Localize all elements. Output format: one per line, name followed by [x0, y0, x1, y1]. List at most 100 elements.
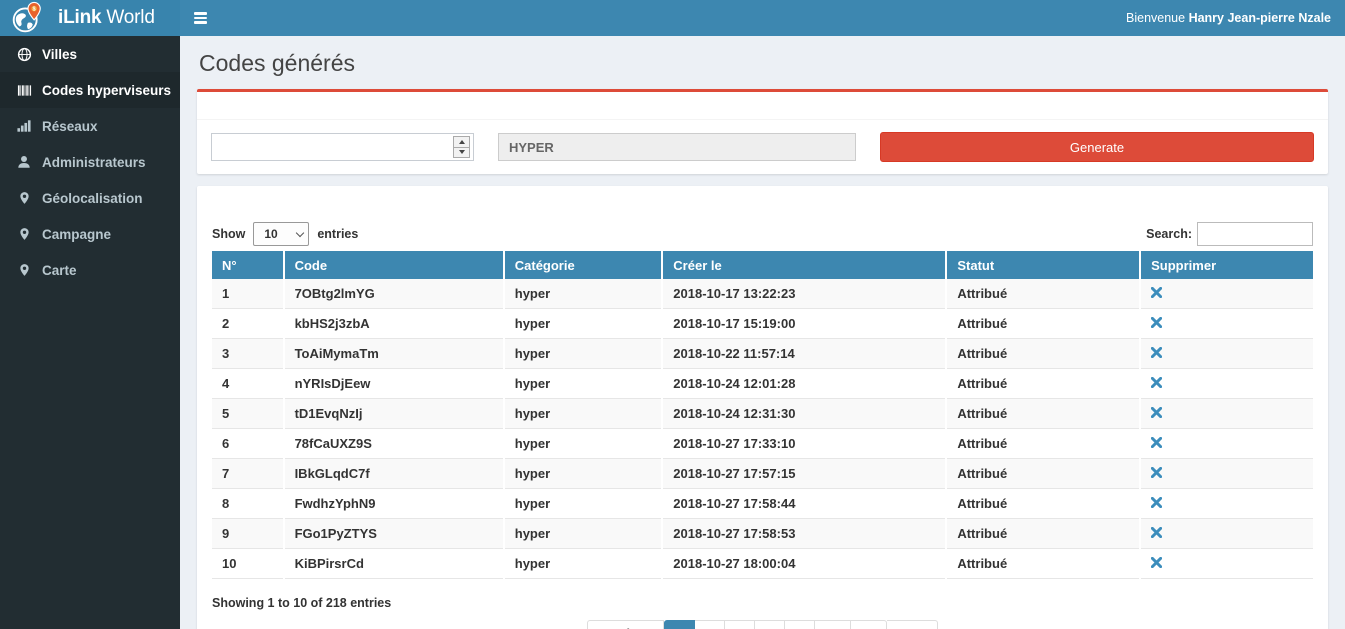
- welcome-text: Bienvenue Hanry Jean-pierre Nzale: [1126, 11, 1331, 25]
- pagination-page-button-1[interactable]: 1: [664, 620, 695, 629]
- sidebar-item-campagne[interactable]: Campagne: [0, 216, 180, 252]
- sidebar-item-label: Carte: [42, 263, 77, 278]
- column-header-code[interactable]: Code: [284, 251, 504, 279]
- sidebar-item-geolocalisation[interactable]: Géolocalisation: [0, 180, 180, 216]
- table-row: 4 nYRIsDjEew hyper 2018-10-24 12:01:28 A…: [212, 369, 1313, 399]
- pagination-next-button[interactable]: Next: [887, 620, 937, 629]
- sidebar: Villes Codes hyperviseurs Réseaux Admini…: [0, 36, 180, 629]
- cell-categorie: hyper: [504, 339, 663, 369]
- column-header-creer-le[interactable]: Créer le: [662, 251, 946, 279]
- cell-creer-le: 2018-10-17 13:22:23: [662, 279, 946, 309]
- brand-logo-area[interactable]: $ iLink World: [0, 0, 180, 36]
- welcome-prefix: Bienvenue: [1126, 11, 1189, 25]
- cell-code: IBkGLqdC7f: [284, 459, 504, 489]
- stepper-up-icon[interactable]: [454, 137, 469, 148]
- delete-x-icon[interactable]: [1151, 347, 1162, 358]
- map-marker-icon: [14, 227, 34, 241]
- generator-panel-header: [197, 92, 1328, 120]
- quantity-stepper[interactable]: [453, 136, 470, 158]
- cell-code: ToAiMymaTm: [284, 339, 504, 369]
- entries-select[interactable]: 10: [253, 222, 309, 246]
- barcode-icon: [14, 83, 34, 98]
- pagination-page-button-22[interactable]: 22: [851, 620, 888, 629]
- cell-numero: 3: [212, 339, 284, 369]
- pagination-page-button-5[interactable]: 5: [785, 620, 815, 629]
- cell-code: FwdhzYphN9: [284, 489, 504, 519]
- sidebar-item-codes-hyperviseurs[interactable]: Codes hyperviseurs: [0, 72, 180, 108]
- cell-statut: Attribué: [946, 369, 1140, 399]
- pagination-page-button-3[interactable]: 3: [725, 620, 755, 629]
- generator-form: Generate: [197, 120, 1328, 174]
- table-row: 5 tD1EvqNzIj hyper 2018-10-24 12:31:30 A…: [212, 399, 1313, 429]
- cell-statut: Attribué: [946, 489, 1140, 519]
- cell-statut: Attribué: [946, 549, 1140, 579]
- cell-categorie: hyper: [504, 429, 663, 459]
- cell-statut: Attribué: [946, 519, 1140, 549]
- cell-statut: Attribué: [946, 429, 1140, 459]
- sidebar-item-carte[interactable]: Carte: [0, 252, 180, 288]
- delete-x-icon[interactable]: [1151, 377, 1162, 388]
- cell-statut: Attribué: [946, 399, 1140, 429]
- cell-numero: 10: [212, 549, 284, 579]
- sidebar-item-villes[interactable]: Villes: [0, 36, 180, 72]
- cell-statut: Attribué: [946, 339, 1140, 369]
- map-marker-icon: [14, 263, 34, 277]
- pagination-page-button-4[interactable]: 4: [755, 620, 785, 629]
- cell-categorie: hyper: [504, 309, 663, 339]
- cell-supprimer: [1140, 549, 1313, 579]
- table-row: 9 FGo1PyZTYS hyper 2018-10-27 17:58:53 A…: [212, 519, 1313, 549]
- cell-code: 7OBtg2lmYG: [284, 279, 504, 309]
- delete-x-icon[interactable]: [1151, 527, 1162, 538]
- cell-creer-le: 2018-10-27 17:58:44: [662, 489, 946, 519]
- brand-name: iLink World: [58, 7, 155, 29]
- cell-numero: 9: [212, 519, 284, 549]
- table-row: 7 IBkGLqdC7f hyper 2018-10-27 17:57:15 A…: [212, 459, 1313, 489]
- column-header-supprimer[interactable]: Supprimer: [1140, 251, 1313, 279]
- cell-supprimer: [1140, 429, 1313, 459]
- navbar: Bienvenue Hanry Jean-pierre Nzale: [180, 0, 1345, 36]
- cell-creer-le: 2018-10-17 15:19:00: [662, 309, 946, 339]
- pagination-page-button-2[interactable]: 2: [695, 620, 725, 629]
- code-generator-panel: Generate: [197, 89, 1328, 174]
- table-row: 8 FwdhzYphN9 hyper 2018-10-27 17:58:44 A…: [212, 489, 1313, 519]
- column-header-numero[interactable]: N°: [212, 251, 284, 279]
- cell-statut: Attribué: [946, 279, 1140, 309]
- delete-x-icon[interactable]: [1151, 437, 1162, 448]
- top-header: $ iLink World Bienvenue Hanry Jean-pierr…: [0, 0, 1345, 36]
- cell-categorie: hyper: [504, 519, 663, 549]
- search-input[interactable]: [1197, 222, 1313, 246]
- sidebar-toggle-icon[interactable]: [194, 12, 212, 24]
- delete-x-icon[interactable]: [1151, 407, 1162, 418]
- category-field[interactable]: [498, 133, 856, 161]
- table-row: 3 ToAiMymaTm hyper 2018-10-22 11:57:14 A…: [212, 339, 1313, 369]
- entries-length-control: Show 10 entries: [212, 222, 358, 246]
- delete-x-icon[interactable]: [1151, 317, 1162, 328]
- column-header-categorie[interactable]: Catégorie: [504, 251, 663, 279]
- main-content: Codes générés Generate Show: [180, 36, 1345, 629]
- column-header-statut[interactable]: Statut: [946, 251, 1140, 279]
- pagination-pages: 12345…22: [664, 620, 887, 629]
- cell-numero: 6: [212, 429, 284, 459]
- delete-x-icon[interactable]: [1151, 467, 1162, 478]
- cell-creer-le: 2018-10-24 12:31:30: [662, 399, 946, 429]
- sidebar-item-label: Codes hyperviseurs: [42, 83, 171, 98]
- sidebar-item-reseaux[interactable]: Réseaux: [0, 108, 180, 144]
- stepper-down-icon[interactable]: [454, 148, 469, 158]
- cell-categorie: hyper: [504, 399, 663, 429]
- cell-categorie: hyper: [504, 369, 663, 399]
- pagination-ellipsis: …: [815, 620, 851, 629]
- cell-supprimer: [1140, 279, 1313, 309]
- cell-code: KiBPirsrCd: [284, 549, 504, 579]
- quantity-field[interactable]: [211, 133, 474, 161]
- cell-numero: 8: [212, 489, 284, 519]
- generate-button[interactable]: Generate: [880, 132, 1314, 162]
- codes-table: N° Code Catégorie Créer le Statut Suppri…: [212, 251, 1313, 579]
- delete-x-icon[interactable]: [1151, 497, 1162, 508]
- delete-x-icon[interactable]: [1151, 557, 1162, 568]
- sidebar-item-administrateurs[interactable]: Administrateurs: [0, 144, 180, 180]
- cell-supprimer: [1140, 519, 1313, 549]
- pagination-previous-button[interactable]: Previous: [587, 620, 664, 629]
- show-label: Show: [212, 227, 245, 241]
- delete-x-icon[interactable]: [1151, 287, 1162, 298]
- search-label: Search:: [1146, 227, 1192, 241]
